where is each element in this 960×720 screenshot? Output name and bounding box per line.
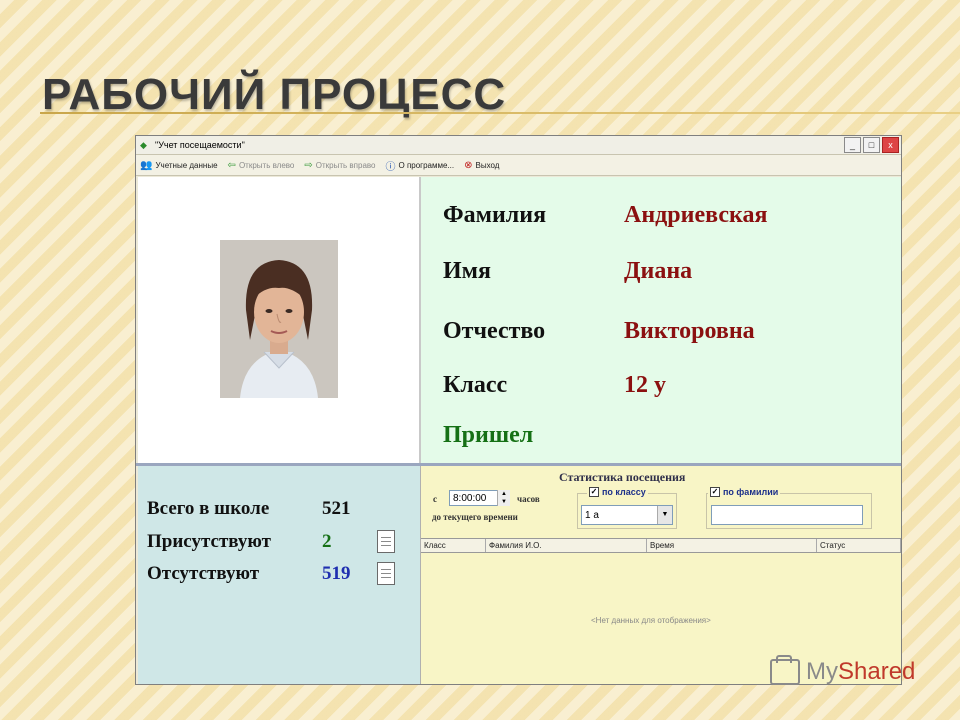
class-value: 12 у (624, 372, 666, 398)
summary-panel: Всего в школе 521 Присутствуют 2 Отсутст… (138, 466, 421, 684)
app-window: ◆ "Учет посещаемости" _ □ x 👥 Учетные да… (135, 135, 902, 685)
watermark-text-shared: Shared (838, 658, 916, 685)
by-surname-label: по фамилии (723, 487, 779, 497)
toolbar-accounts-button[interactable]: 👥 Учетные данные (140, 160, 218, 171)
column-status[interactable]: Статус (817, 539, 901, 552)
absent-value: 519 (322, 562, 351, 584)
toolbar-about-button[interactable]: ⓘ О программе... (386, 158, 455, 173)
by-class-checkbox[interactable]: ✓ по классу (587, 487, 648, 497)
toolbar: 👥 Учетные данные ⇦ Открыть влево ⇨ Откры… (136, 155, 901, 176)
name-value: Диана (624, 258, 693, 284)
present-row: Присутствуют 2 (147, 530, 395, 553)
exit-icon: ⊗ (464, 159, 473, 171)
checkbox-checked-icon: ✓ (589, 487, 599, 497)
photo-panel (138, 177, 421, 463)
checkbox-checked-icon: ✓ (710, 487, 720, 497)
arrow-right-icon: ⇨ (304, 159, 313, 171)
by-class-label: по классу (602, 487, 646, 497)
toolbar-accounts-label: Учетные данные (155, 160, 218, 170)
maximize-button[interactable]: □ (863, 137, 880, 153)
hours-label: часов (517, 494, 540, 504)
class-select[interactable]: 1 а ▼ (581, 505, 673, 525)
briefcase-icon (770, 655, 800, 685)
student-portrait-image (220, 240, 338, 398)
window-title: "Учет посещаемости" (155, 140, 245, 150)
surname-value: Андриевская (624, 202, 768, 228)
watermark: My Shared (770, 655, 916, 686)
toolbar-exit-label: Выход (475, 160, 500, 170)
window-controls: _ □ x (844, 137, 899, 153)
patronymic-label: Отчество (443, 318, 546, 344)
app-icon: ◆ (140, 140, 147, 150)
column-name[interactable]: Фамилия И.О. (486, 539, 647, 552)
patronymic-row: Отчество Викторовна (443, 318, 755, 345)
class-select-value: 1 а (585, 510, 599, 521)
close-button[interactable]: x (882, 137, 899, 153)
present-report-icon[interactable] (377, 530, 395, 553)
grid-empty-message: <Нет данных для отображения> (591, 616, 711, 625)
surname-row: Фамилия Андриевская (443, 202, 767, 229)
absent-label: Отсутствуют (147, 562, 260, 584)
time-spinner[interactable]: ▲ ▼ (497, 490, 510, 506)
chevron-down-icon[interactable]: ▼ (657, 506, 672, 524)
student-photo (220, 240, 338, 398)
attendance-status: Пришел (443, 422, 534, 448)
name-label: Имя (443, 258, 491, 284)
patronymic-value: Викторовна (624, 318, 755, 344)
present-value: 2 (322, 530, 332, 552)
until-label: до текущего времени (432, 512, 518, 522)
present-label: Присутствуют (147, 530, 272, 552)
absent-report-icon[interactable] (377, 562, 395, 585)
class-label: Класс (443, 372, 508, 398)
surname-input[interactable] (711, 505, 863, 525)
by-surname-checkbox[interactable]: ✓ по фамилии (708, 487, 781, 497)
attendance-stats-panel: Статистика посещения с 8:00:00 ▲ ▼ часов … (421, 466, 901, 684)
total-row: Всего в школе 521 (147, 498, 377, 520)
toolbar-open-right-label: Открыть вправо (315, 160, 376, 170)
class-row: Класс 12 у (443, 372, 666, 399)
info-icon: ⓘ (385, 161, 396, 173)
toolbar-exit-button[interactable]: ⊗ Выход (464, 160, 499, 171)
column-class[interactable]: Класс (421, 539, 486, 552)
toolbar-about-label: О программе... (398, 160, 455, 170)
surname-label: Фамилия (443, 202, 547, 228)
stats-title: Статистика посещения (559, 470, 686, 484)
window-titlebar: ◆ "Учет посещаемости" _ □ x (136, 136, 901, 155)
column-time[interactable]: Время (647, 539, 817, 552)
title-underline (40, 112, 960, 114)
grid-header: Класс Фамилия И.О. Время Статус (421, 538, 901, 553)
toolbar-open-left-label: Открыть влево (238, 160, 295, 170)
arrow-left-icon: ⇦ (227, 159, 236, 171)
toolbar-open-right-button[interactable]: ⇨ Открыть вправо (304, 160, 375, 171)
from-label: с (433, 494, 437, 504)
users-icon: 👥 (140, 159, 153, 171)
total-label: Всего в школе (147, 498, 270, 519)
toolbar-open-left-button[interactable]: ⇦ Открыть влево (228, 160, 295, 171)
student-info-panel: Фамилия Андриевская Имя Диана Отчество В… (421, 177, 901, 463)
total-value: 521 (322, 498, 351, 519)
absent-row: Отсутствуют 519 (147, 562, 395, 585)
name-row: Имя Диана (443, 258, 692, 285)
minimize-button[interactable]: _ (844, 137, 861, 153)
watermark-text-my: My (806, 658, 838, 685)
